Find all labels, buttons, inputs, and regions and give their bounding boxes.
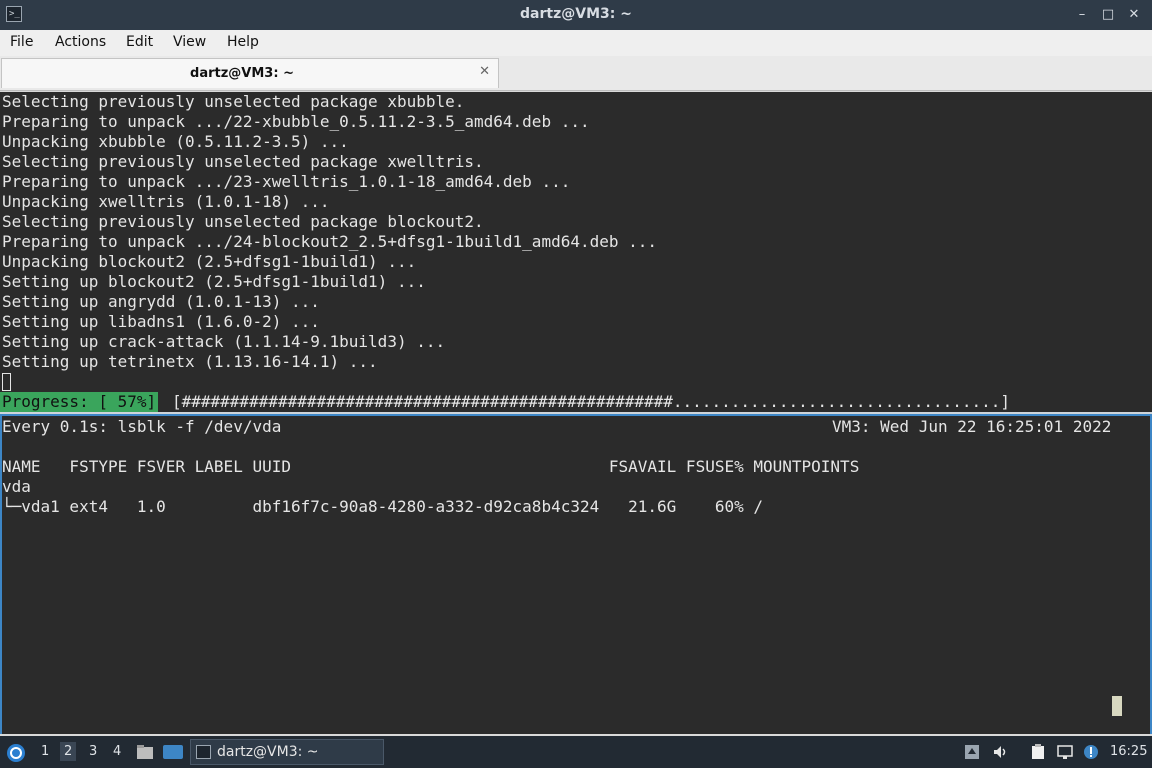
- terminal-line: Unpacking xwelltris (1.0.1-18) ...: [2, 192, 330, 211]
- terminal-cursor: [1112, 696, 1122, 716]
- terminal-line: Preparing to unpack .../24-blockout2_2.5…: [2, 232, 658, 251]
- terminal-line: Setting up tetrinetx (1.13.16-14.1) ...: [2, 352, 378, 371]
- window-title-bar[interactable]: >_ dartz@VM3: ~ – □ ✕: [0, 0, 1152, 30]
- terminal-line: Preparing to unpack .../22-xbubble_0.5.1…: [2, 112, 590, 131]
- terminal-line: Setting up angrydd (1.0.1-13) ...: [2, 292, 320, 311]
- volume-icon[interactable]: [992, 744, 1008, 760]
- progress-bar: [#######################################…: [172, 392, 1011, 411]
- menu-help[interactable]: Help: [227, 34, 259, 50]
- tab-label: dartz@VM3: ~: [190, 66, 294, 81]
- taskbar: 1 2 3 4 dartz@VM3: ~ 16:25: [0, 736, 1152, 768]
- minimize-button[interactable]: –: [1072, 5, 1092, 25]
- terminal-line: Setting up crack-attack (1.1.14-9.1build…: [2, 332, 446, 351]
- terminal-pane-top[interactable]: Selecting previously unselected package …: [0, 92, 1152, 412]
- terminal-line: Unpacking xbubble (0.5.11.2-3.5) ...: [2, 132, 349, 151]
- taskbar-window-terminal[interactable]: dartz@VM3: ~: [190, 739, 384, 765]
- lsblk-header: NAME FSTYPE FSVER LABEL UUID FSAVAIL FSU…: [2, 457, 860, 476]
- up-arrow-icon[interactable]: [964, 744, 980, 760]
- terminal-line: Selecting previously unselected package …: [2, 152, 484, 171]
- notification-icon[interactable]: [1083, 744, 1099, 760]
- clock[interactable]: 16:25: [1110, 744, 1147, 759]
- workspace-3[interactable]: 3: [89, 744, 97, 759]
- menu-edit[interactable]: Edit: [126, 34, 153, 50]
- tab-bar: dartz@VM3: ~ ✕: [0, 56, 1152, 91]
- menu-view[interactable]: View: [173, 34, 206, 50]
- terminal-line: Selecting previously unselected package …: [2, 92, 465, 111]
- network-icon[interactable]: [1057, 744, 1073, 760]
- terminal-line: Unpacking blockout2 (2.5+dfsg1-1build1) …: [2, 252, 417, 271]
- terminal-cursor: [2, 373, 11, 391]
- tab-close-icon[interactable]: ✕: [479, 64, 490, 79]
- terminal-line: Setting up libadns1 (1.6.0-2) ...: [2, 312, 320, 331]
- menu-actions[interactable]: Actions: [55, 34, 106, 50]
- file-manager-icon[interactable]: [136, 743, 154, 761]
- maximize-button[interactable]: □: [1098, 5, 1118, 25]
- workspace-2[interactable]: 2: [60, 742, 77, 761]
- lubuntu-logo-icon[interactable]: [6, 743, 26, 763]
- window-title: dartz@VM3: ~: [520, 6, 632, 22]
- menu-bar: File Actions Edit View Help: [0, 30, 1152, 56]
- menu-file[interactable]: File: [10, 34, 33, 50]
- terminal-line: Preparing to unpack .../23-xwelltris_1.0…: [2, 172, 571, 191]
- watch-timestamp: VM3: Wed Jun 22 16:25:01 2022: [832, 417, 1112, 436]
- terminal-line: Setting up blockout2 (2.5+dfsg1-1build1)…: [2, 272, 426, 291]
- show-desktop-icon[interactable]: [163, 744, 183, 760]
- terminal-icon: [196, 745, 211, 759]
- lsblk-row: └─vda1 ext4 1.0 dbf16f7c-90a8-4280-a332-…: [2, 497, 763, 516]
- workspace-1[interactable]: 1: [41, 744, 49, 759]
- workspace-4[interactable]: 4: [113, 744, 121, 759]
- terminal-line: Selecting previously unselected package …: [2, 212, 484, 231]
- tab-terminal[interactable]: dartz@VM3: ~ ✕: [1, 58, 499, 88]
- watch-header: Every 0.1s: lsblk -f /dev/vda: [2, 417, 282, 436]
- progress-label: Progress: [ 57%]: [0, 392, 159, 412]
- taskbar-window-label: dartz@VM3: ~: [217, 744, 319, 760]
- lsblk-row: vda: [2, 477, 31, 496]
- clipboard-icon[interactable]: [1030, 744, 1046, 760]
- close-button[interactable]: ✕: [1124, 5, 1144, 25]
- terminal-pane-bottom[interactable]: Every 0.1s: lsblk -f /dev/vda VM3: Wed J…: [0, 414, 1152, 734]
